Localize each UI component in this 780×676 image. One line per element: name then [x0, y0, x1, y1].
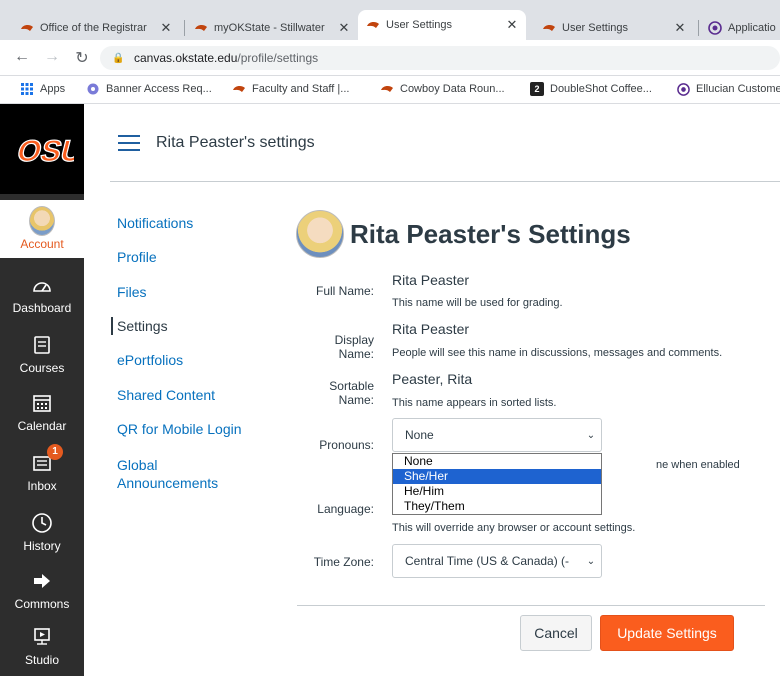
- pronouns-select[interactable]: None ⌄: [392, 418, 602, 452]
- osu-logo-text: OSU: [14, 134, 74, 167]
- bookmark-doubleshot[interactable]: 2 DoubleShot Coffee...: [530, 82, 652, 96]
- lock-icon: 🔒: [112, 52, 125, 64]
- osu-logo[interactable]: OSU: [0, 104, 84, 194]
- avatar[interactable]: [296, 210, 344, 258]
- chevron-down-icon: ⌄: [586, 429, 596, 441]
- pronouns-dropdown-list: None She/Her He/Him They/Them: [392, 453, 602, 515]
- osu-logo-icon: OSU: [13, 134, 74, 169]
- browser-tab[interactable]: Applicatio: [700, 16, 780, 40]
- back-icon[interactable]: ←: [12, 48, 32, 66]
- pronouns-hint: ne when enabled: [656, 459, 740, 471]
- osu-favicon-icon: [194, 21, 208, 35]
- pronoun-option-he-him[interactable]: He/Him: [393, 484, 601, 499]
- pronouns-label: Pronouns:: [319, 438, 374, 452]
- close-tab-icon[interactable]: ✕: [158, 20, 174, 36]
- pronoun-option-she-her[interactable]: She/Her: [393, 469, 601, 484]
- close-tab-icon[interactable]: ✕: [336, 20, 352, 36]
- reload-icon[interactable]: ↻: [72, 48, 92, 68]
- global-navigation: OSU Account Dashboard Courses Calendar 1…: [0, 104, 84, 676]
- section-nav-shared-content[interactable]: Shared Content: [117, 386, 277, 404]
- ellucian-favicon-icon: [708, 21, 722, 35]
- sortable-name-hint: This name appears in sorted lists.: [392, 397, 557, 409]
- language-hint: This will override any browser or accoun…: [392, 522, 636, 534]
- update-settings-button[interactable]: Update Settings: [600, 615, 734, 651]
- url-bar[interactable]: 🔒 canvas.okstate.edu/profile/settings: [100, 46, 780, 70]
- osu-favicon-icon: [366, 18, 380, 32]
- avatar: [29, 205, 55, 236]
- global-nav-commons[interactable]: Commons: [0, 560, 84, 618]
- full-name-label: Full Name:: [315, 284, 374, 298]
- language-label: Language:: [317, 502, 374, 516]
- forward-icon[interactable]: →: [42, 48, 62, 66]
- breadcrumb: Rita Peaster's settings: [156, 133, 315, 151]
- osu-favicon-icon: [20, 21, 34, 35]
- form-divider: [297, 605, 765, 606]
- section-nav-files[interactable]: Files: [117, 283, 277, 301]
- osu-favicon-icon: [380, 82, 394, 96]
- sortable-name-value: Peaster, Rita: [392, 371, 473, 387]
- browser-tab-bar: Office of the Registrar ✕ myOKState - St…: [0, 0, 780, 40]
- browser-tab[interactable]: Office of the Registrar ✕: [12, 16, 180, 40]
- bookmark-apps[interactable]: Apps: [20, 82, 65, 96]
- global-nav-studio[interactable]: Studio: [0, 616, 84, 674]
- section-nav-qr-login[interactable]: QR for Mobile Login: [117, 420, 277, 438]
- display-name-value: Rita Peaster: [392, 321, 470, 337]
- global-nav-calendar[interactable]: Calendar: [0, 382, 84, 440]
- ellucian-icon: [676, 82, 690, 96]
- address-bar-row: ← → ↻ 🔒 canvas.okstate.edu/profile/setti…: [0, 40, 780, 76]
- osu-favicon-icon: [232, 82, 246, 96]
- display-name-hint: People will see this name in discussions…: [392, 347, 723, 359]
- time-zone-select[interactable]: Central Time (US & Canada) (- ⌄: [392, 544, 602, 578]
- inbox-badge: 1: [47, 443, 63, 460]
- bookmarks-bar: Apps Banner Access Req... Faculty and St…: [0, 76, 780, 104]
- chevron-down-icon: ⌄: [586, 555, 596, 567]
- osu-favicon-icon: [542, 21, 556, 35]
- dashboard-icon: [29, 272, 55, 298]
- global-nav-inbox[interactable]: 1 Inbox: [0, 442, 84, 500]
- page-header: Rita Peaster's settings: [110, 104, 780, 182]
- commons-icon: [29, 568, 55, 594]
- page-title: Rita Peaster's Settings: [350, 218, 631, 249]
- bookmark-ellucian[interactable]: Ellucian Custome: [676, 82, 780, 96]
- close-tab-icon[interactable]: ✕: [504, 17, 520, 33]
- doubleshot-icon: 2: [530, 82, 544, 96]
- clock-icon: [29, 510, 55, 536]
- global-nav-history[interactable]: History: [0, 502, 84, 560]
- section-nav-global-announcements[interactable]: Global Announcements: [117, 456, 237, 492]
- section-nav-eportfolios[interactable]: ePortfolios: [117, 351, 277, 369]
- full-name-value: Rita Peaster: [392, 272, 470, 288]
- pronoun-option-none[interactable]: None: [393, 454, 601, 469]
- full-name-hint: This name will be used for grading.: [392, 297, 563, 309]
- bookmark-cowboy-data[interactable]: Cowboy Data Roun...: [380, 82, 505, 96]
- display-name-label: Display Name:: [334, 333, 374, 361]
- sortable-name-label: Sortable Name:: [329, 379, 374, 407]
- pronoun-option-they-them[interactable]: They/Them: [393, 499, 601, 514]
- cancel-button[interactable]: Cancel: [520, 615, 592, 651]
- studio-icon: [29, 624, 55, 650]
- section-nav-profile[interactable]: Profile: [117, 248, 277, 266]
- hamburger-menu-icon[interactable]: [118, 134, 140, 151]
- browser-tab[interactable]: User Settings ✕: [534, 16, 694, 40]
- apps-grid-icon: [20, 82, 34, 96]
- global-nav-courses[interactable]: Courses: [0, 324, 84, 382]
- browser-tab-active[interactable]: User Settings ✕: [358, 10, 526, 40]
- global-nav-dashboard[interactable]: Dashboard: [0, 264, 84, 322]
- courses-icon: [29, 332, 55, 358]
- browser-tab[interactable]: myOKState - Stillwater ✕: [186, 16, 358, 40]
- settings-title-row: Rita Peaster's Settings: [296, 210, 631, 258]
- section-nav-settings[interactable]: Settings: [111, 317, 271, 335]
- bookmark-banner[interactable]: Banner Access Req...: [86, 82, 212, 96]
- time-zone-label: Time Zone:: [313, 555, 374, 569]
- close-tab-icon[interactable]: ✕: [672, 20, 688, 36]
- global-nav-account[interactable]: Account: [0, 200, 84, 258]
- calendar-icon: [29, 390, 55, 416]
- bookmark-faculty[interactable]: Faculty and Staff |...: [232, 82, 349, 96]
- section-nav-notifications[interactable]: Notifications: [117, 214, 277, 232]
- inbox-icon: 1: [29, 443, 63, 476]
- banner-icon: [86, 82, 100, 96]
